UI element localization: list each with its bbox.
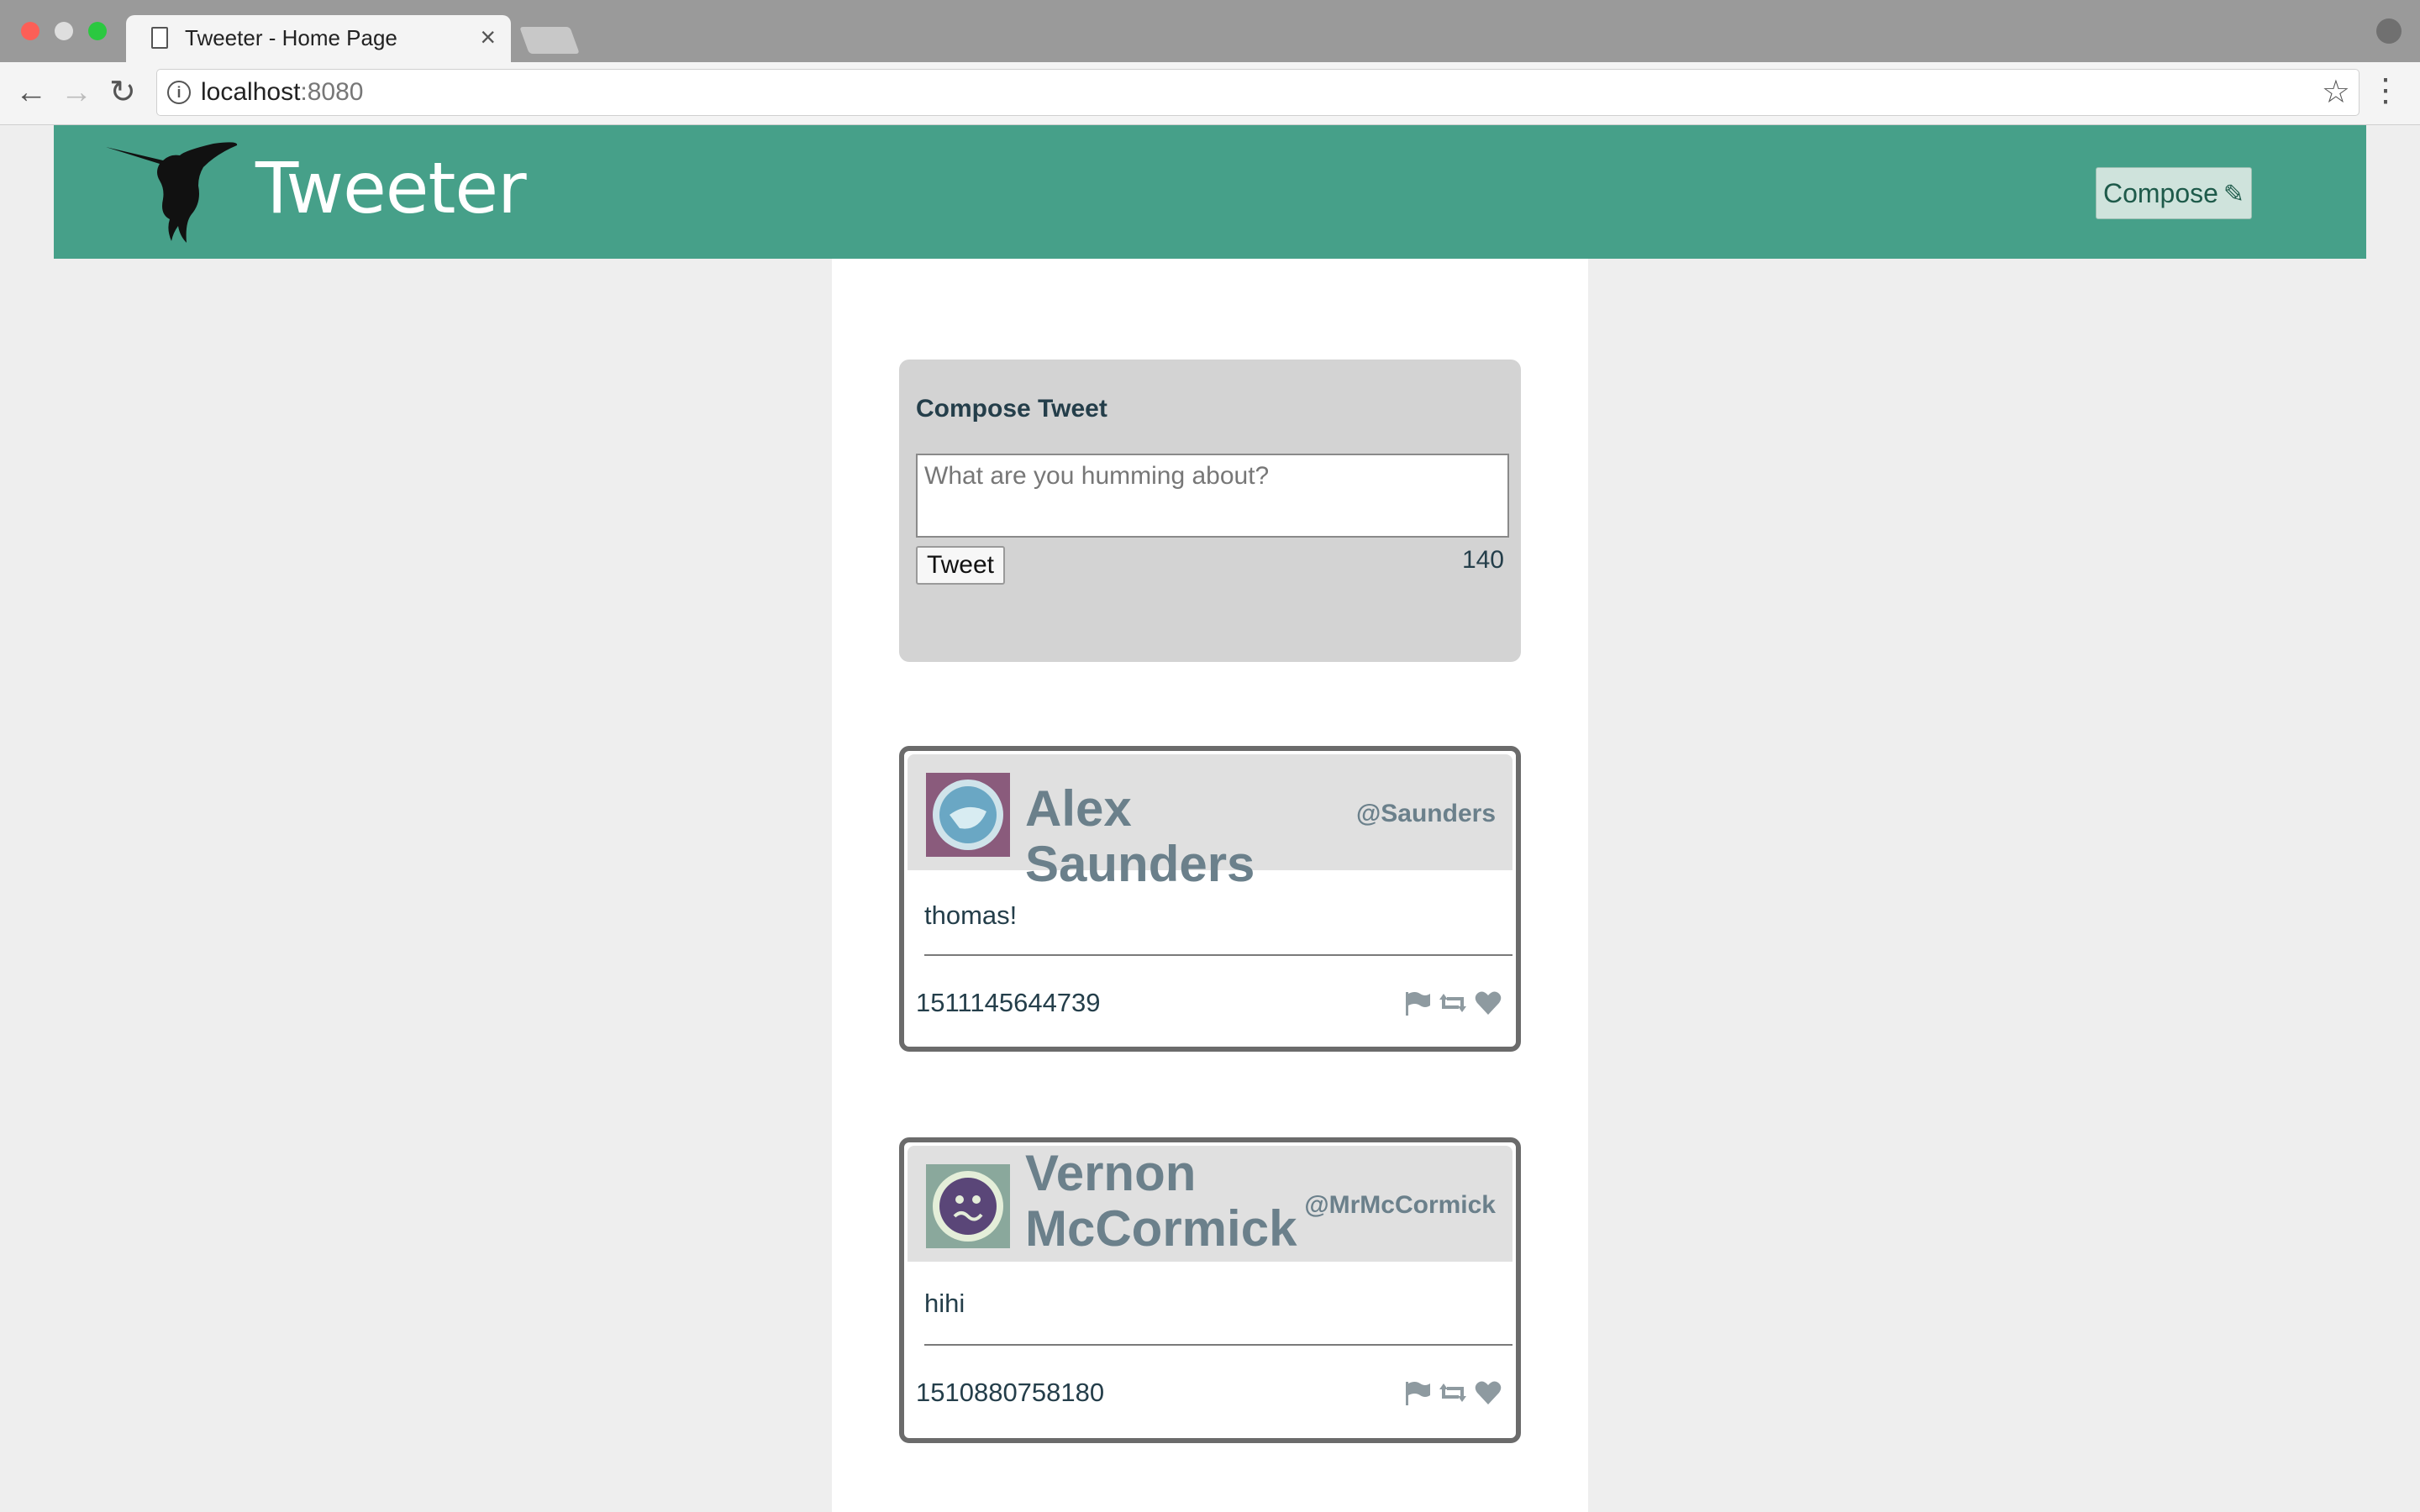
compose-tweet-panel: Compose Tweet Tweet 140 [899,360,1521,662]
heart-icon[interactable] [1474,989,1502,1017]
close-icon[interactable]: × [480,22,496,53]
user-name: Vernon McCormick [1025,1145,1297,1257]
tweet-actions [1403,988,1502,1018]
divider [924,1344,1512,1346]
char-counter: 140 [1461,546,1504,574]
address-bar[interactable]: i localhost:8080 ☆ [156,69,2360,116]
tweet-text: thomas! [924,900,1018,930]
browser-tab[interactable]: Tweeter - Home Page × [126,15,511,62]
avatar [926,1164,1010,1248]
divider [924,954,1512,956]
flag-icon[interactable] [1403,989,1432,1017]
forward-icon[interactable]: → [60,74,92,111]
tab-title: Tweeter - Home Page [185,25,397,50]
tweet-actions [1403,1378,1502,1408]
browser-toolbar: ← → ↻ i localhost:8080 ☆ ⋮ [0,62,2420,125]
hummingbird-logo [106,142,238,243]
tweet-card: Vernon McCormick @MrMcCormick hihi 15108… [899,1137,1521,1443]
retweet-icon[interactable] [1439,989,1467,1017]
back-icon[interactable]: ← [15,74,47,111]
compose-button[interactable]: Compose ✎ [2096,167,2252,219]
info-icon[interactable]: i [167,81,191,104]
compose-title: Compose Tweet [916,395,1107,423]
user-name: Alex Saunders [1025,780,1255,892]
compose-button-label: Compose [2102,178,2218,208]
tweet-header: Vernon McCormick @MrMcCormick [908,1146,1512,1262]
heart-icon[interactable] [1474,1378,1502,1407]
edit-icon: ✎ [2223,181,2245,208]
user-handle: @MrMcCormick [1304,1191,1496,1219]
tweet-header: Alex Saunders @Saunders [908,754,1512,892]
url-host: localhost [201,78,301,106]
tweet-text: hihi [924,1289,965,1318]
tweet-timestamp: 1511145644739 [916,988,1101,1017]
tweet-button[interactable]: Tweet [916,546,1005,585]
new-tab-button[interactable] [519,27,580,54]
url-port: :8080 [300,78,364,106]
tweet-card: Alex Saunders @Saunders thomas! 15111456… [899,746,1521,1052]
menu-icon[interactable]: ⋮ [2370,72,2402,109]
site-header: Tweeter Compose ✎ [54,125,2366,259]
reload-icon[interactable]: ↻ [109,74,136,111]
profile-icon[interactable] [2376,18,2402,44]
browser-titlebar: Tweeter - Home Page × [0,0,2420,62]
user-handle: @Saunders [1356,800,1496,827]
url-text: localhost:8080 [201,78,363,107]
main-column: Compose Tweet Tweet 140 Alex Saunders @S… [832,259,1588,1512]
retweet-icon[interactable] [1439,1378,1467,1407]
star-icon[interactable]: ☆ [2322,73,2350,111]
brand-title[interactable]: Tweeter [255,147,527,229]
avatar [926,773,1010,857]
maximize-window-button[interactable] [88,22,107,40]
flag-icon[interactable] [1403,1378,1432,1407]
minimize-window-button[interactable] [55,22,73,40]
tweet-timestamp: 1510880758180 [916,1378,1105,1407]
close-window-button[interactable] [21,22,39,40]
page-icon [151,27,168,49]
tweet-input[interactable] [916,454,1509,538]
